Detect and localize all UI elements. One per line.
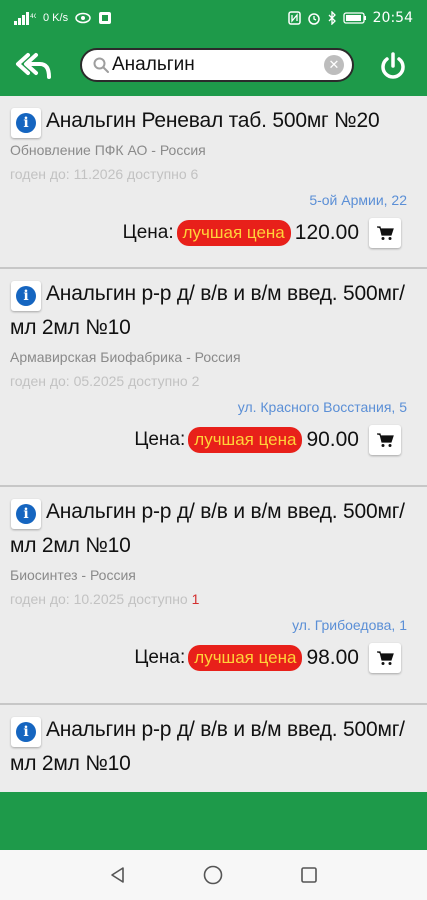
price-label: Цена: [134, 647, 186, 668]
search-icon [93, 57, 109, 73]
bottom-bar [0, 792, 427, 850]
price-label: Цена: [122, 222, 174, 243]
product-card: i Анальгин р-р д/ в/в и в/м введ. 500мг/… [0, 269, 427, 487]
nav-back-button[interactable] [103, 860, 133, 890]
product-name: Анальгин р-р д/ в/в и в/м введ. 500мг/мл… [10, 500, 405, 557]
nav-home-button[interactable] [198, 860, 228, 890]
price-value: 120.00 [294, 221, 359, 244]
info-icon: i [16, 286, 36, 306]
price-row: Цена: лучшая цена 90.00 [10, 423, 417, 457]
pharmacy-address[interactable]: ул. Красного Восстания, 5 [10, 397, 417, 417]
alarm-icon [307, 13, 320, 25]
app-toolbar: ✕ [0, 36, 427, 96]
close-icon: ✕ [328, 57, 340, 72]
product-list: i Анальгин Реневал таб. 500мг №20 Обновл… [0, 96, 427, 792]
manufacturer: Биосинтез - Россия [10, 567, 136, 583]
expiry-availability: годен до: 05.2025 доступно 2 [10, 371, 417, 391]
info-button[interactable]: i [11, 108, 41, 138]
search-field: ✕ [80, 48, 354, 82]
product-name: Анальгин Реневал таб. 500мг №20 [46, 109, 380, 132]
expiry-text: годен до: 11.2026 доступно 6 [10, 166, 199, 182]
clear-search-button[interactable]: ✕ [324, 55, 344, 75]
cart-icon [377, 651, 394, 665]
cart-icon [377, 433, 394, 447]
manufacturer: Обновление ПФК АО - Россия [10, 142, 206, 158]
add-to-cart-button[interactable] [369, 643, 401, 673]
add-to-cart-button[interactable] [369, 425, 401, 455]
info-icon: i [16, 504, 36, 524]
triangle-back-icon [111, 867, 124, 883]
search-input[interactable] [112, 54, 324, 76]
reply-all-icon [16, 53, 51, 79]
info-icon: i [16, 113, 36, 133]
expiry-text: годен до: 05.2025 доступно 2 [10, 373, 200, 389]
cart-icon [377, 226, 394, 240]
circle-home-icon [204, 865, 223, 885]
square-recents-icon [301, 867, 317, 883]
info-button[interactable]: i [11, 281, 41, 311]
price-value: 98.00 [306, 646, 359, 669]
battery-icon [342, 12, 366, 24]
network-speed: 0 K/s [43, 11, 69, 24]
power-icon [381, 52, 405, 79]
add-to-cart-button[interactable] [369, 218, 401, 248]
expiry-text: годен до: 10.2025 доступно [10, 591, 192, 607]
exit-button[interactable] [377, 50, 409, 82]
price-value: 90.00 [306, 428, 359, 451]
nav-recents-button[interactable] [294, 860, 324, 890]
info-icon: i [16, 722, 36, 742]
quantity-low: 1 [191, 591, 200, 607]
price-row: Цена: лучшая цена 98.00 [10, 641, 417, 675]
price-label: Цена: [134, 429, 186, 450]
clock: 20:54 [372, 10, 413, 26]
nfc-icon [287, 11, 301, 25]
price-row: Цена: лучшая цена 120.00 [10, 216, 417, 250]
manufacturer: Армавирская Биофабрика - Россия [10, 349, 241, 365]
eye-icon [75, 12, 91, 24]
expiry-availability: годен до: 11.2026 доступно 6 [10, 164, 417, 184]
bluetooth-icon [328, 11, 336, 25]
app-notification-icon [99, 12, 112, 24]
info-button[interactable]: i [11, 499, 41, 529]
back-button[interactable] [14, 49, 54, 83]
best-price-badge: лучшая цена [188, 645, 303, 671]
product-card: i Анальгин р-р д/ в/в и в/м введ. 500мг/… [0, 487, 427, 705]
product-card: i Анальгин р-р д/ в/в и в/м введ. 500мг/… [0, 705, 427, 792]
product-name: Анальгин р-р д/ в/в и в/м введ. 500мг/мл… [10, 282, 405, 339]
expiry-availability: годен до: 10.2025 доступно 1 [10, 589, 417, 609]
best-price-badge: лучшая цена [176, 220, 291, 246]
system-nav-bar [0, 850, 427, 900]
status-bar: 4G 0 K/s 20:54 [0, 0, 427, 36]
best-price-badge: лучшая цена [188, 427, 303, 453]
pharmacy-address[interactable]: 5-ой Армии, 22 [10, 190, 417, 210]
product-name: Анальгин р-р д/ в/в и в/м введ. 500мг/мл… [10, 718, 405, 775]
signal-icon: 4G [14, 12, 36, 25]
pharmacy-address[interactable]: ул. Грибоедова, 1 [10, 615, 417, 635]
svg-text:4G: 4G [30, 13, 36, 20]
info-button[interactable]: i [11, 717, 41, 747]
product-card: i Анальгин Реневал таб. 500мг №20 Обновл… [0, 96, 427, 269]
